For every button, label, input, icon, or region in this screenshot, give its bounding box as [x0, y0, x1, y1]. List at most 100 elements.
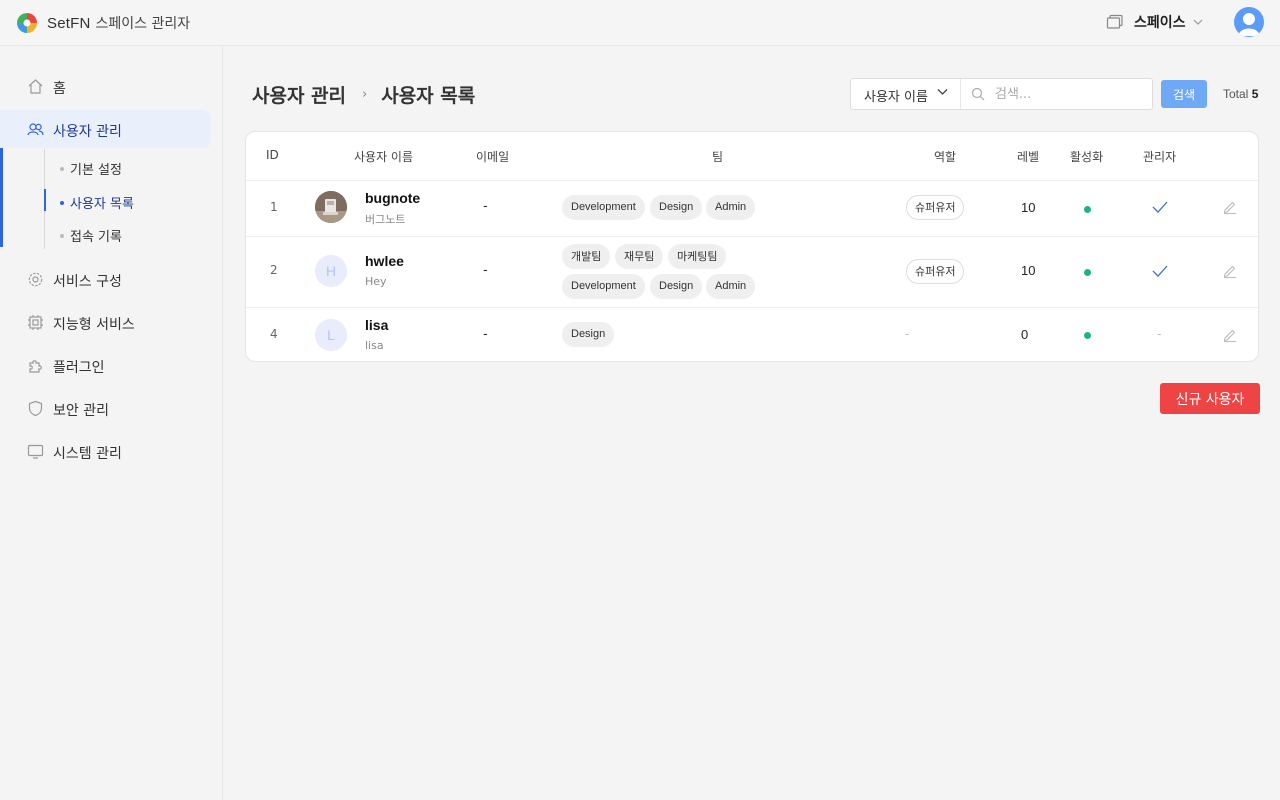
bullet-icon — [60, 200, 64, 205]
team-tag: Admin — [706, 195, 756, 220]
page-title: 사용자 목록 — [381, 85, 476, 107]
column-header-email[interactable]: 이메일 — [476, 148, 509, 165]
total-value: 5 — [1251, 87, 1259, 101]
search-input[interactable] — [995, 83, 1145, 105]
breadcrumb: 사용자 관리 › 사용자 목록 — [252, 81, 475, 108]
edit-icon[interactable] — [1223, 264, 1237, 278]
search-button[interactable]: 검색 — [1161, 80, 1207, 108]
cell-level: 10 — [1021, 263, 1036, 278]
sidebar-item-security[interactable]: 보안 관리 — [0, 389, 211, 427]
column-header-role[interactable]: 역할 — [934, 148, 956, 165]
cell-email: - — [483, 327, 488, 342]
search-field-select[interactable]: 사용자 이름 — [851, 79, 961, 109]
submenu-item-basic-settings[interactable]: 기본 설정 — [60, 159, 122, 178]
new-user-button[interactable]: 신규 사용자 — [1160, 383, 1260, 414]
role-badge: 슈퍼유저 — [906, 259, 965, 284]
team-tag: Design — [562, 322, 615, 347]
row-divider — [246, 307, 1258, 308]
space-label: 스페이스 — [1134, 15, 1186, 31]
cell-id: 2 — [270, 263, 278, 277]
submenu-item-label: 사용자 목록 — [70, 197, 134, 212]
team-tag: Development — [562, 195, 645, 220]
check-icon — [1152, 265, 1168, 277]
cell-id: 1 — [270, 200, 278, 214]
shield-icon — [28, 400, 43, 417]
home-icon — [28, 79, 43, 94]
cell-level: 10 — [1021, 200, 1036, 215]
app-subtitle: 스페이스 관리자 — [95, 16, 191, 32]
user-table: ID 사용자 이름 이메일 팀 역할 레벨 활성화 관리자 1 bugnote … — [245, 131, 1259, 362]
bullet-icon — [60, 166, 64, 171]
username: lisa — [365, 317, 389, 333]
sidebar-item-label: 홈 — [53, 81, 66, 97]
role-badge: 슈퍼유저 — [906, 195, 965, 220]
column-header-username[interactable]: 사용자 이름 — [354, 148, 413, 165]
breadcrumb-separator: › — [362, 87, 368, 102]
user-nickname: 버그노트 — [365, 213, 406, 226]
column-header-team[interactable]: 팀 — [712, 148, 723, 165]
active-status-dot — [1084, 332, 1091, 339]
check-icon — [1152, 201, 1168, 213]
admin-empty: - — [1157, 327, 1162, 341]
total-count: Total 5 — [1223, 87, 1258, 101]
team-tag: Design — [650, 274, 703, 299]
edit-icon[interactable] — [1223, 200, 1237, 214]
role-empty: - — [905, 327, 910, 341]
sidebar-item-label: 사용자 관리 — [53, 124, 122, 140]
avatar: H — [315, 255, 347, 287]
avatar: L — [315, 319, 347, 351]
sidebar-item-label: 플러그인 — [53, 360, 105, 376]
gear-icon — [28, 272, 43, 287]
user-nickname: lisa — [365, 339, 384, 352]
sidebar-item-user-management[interactable]: 사용자 관리 — [0, 110, 211, 148]
row-divider — [246, 236, 1258, 237]
column-header-id[interactable]: ID — [266, 148, 279, 162]
column-header-level[interactable]: 레벨 — [1017, 148, 1039, 165]
window-icon — [1106, 14, 1123, 29]
team-tag: Admin — [706, 274, 756, 299]
search-icon — [971, 87, 985, 101]
submenu-item-access-log[interactable]: 접속 기록 — [60, 226, 122, 245]
column-header-active[interactable]: 활성화 — [1070, 148, 1103, 165]
chip-icon — [28, 315, 43, 330]
chevron-down-icon — [937, 89, 948, 95]
user-avatar[interactable] — [1234, 7, 1264, 37]
submenu-item-label: 접속 기록 — [70, 230, 122, 245]
cell-id: 4 — [270, 327, 278, 341]
sidebar-item-label: 보안 관리 — [53, 403, 109, 419]
bullet-icon — [60, 233, 64, 238]
top-bar: SetFN 스페이스 관리자 스페이스 — [0, 0, 1280, 46]
team-tag: 개발팀 — [562, 244, 611, 269]
cell-level: 0 — [1021, 327, 1029, 342]
sidebar-item-label: 서비스 구성 — [53, 274, 122, 290]
sidebar-item-home[interactable]: 홈 — [0, 67, 211, 105]
row-divider — [246, 180, 1258, 181]
monitor-icon — [27, 444, 44, 459]
breadcrumb-parent[interactable]: 사용자 관리 — [252, 81, 346, 108]
brand-name: SetFN — [47, 15, 91, 32]
column-header-admin[interactable]: 관리자 — [1143, 148, 1176, 165]
sidebar-item-service-config[interactable]: 서비스 구성 — [0, 260, 211, 298]
submenu-item-user-list[interactable]: 사용자 목록 — [60, 193, 134, 212]
avatar — [315, 191, 347, 223]
user-nickname: Hey — [365, 275, 387, 288]
submenu-item-label: 기본 설정 — [70, 163, 122, 178]
submenu-active-indicator — [44, 189, 46, 211]
puzzle-icon — [29, 360, 42, 373]
sidebar-item-system[interactable]: 시스템 관리 — [0, 432, 211, 470]
team-tag: 재무팀 — [615, 244, 664, 269]
sidebar-item-label: 지능형 서비스 — [53, 317, 135, 333]
total-label: Total — [1223, 87, 1249, 101]
cell-email: - — [483, 199, 488, 214]
sidebar-item-plugin[interactable]: 플러그인 — [0, 346, 211, 384]
chevron-down-icon — [1193, 19, 1202, 25]
user-icon — [1238, 13, 1260, 36]
profile-photo — [315, 191, 347, 223]
edit-icon[interactable] — [1223, 328, 1237, 342]
team-tag: 마케팅팀 — [668, 244, 727, 269]
cell-email: - — [483, 263, 488, 278]
username: bugnote — [365, 190, 421, 206]
sidebar-item-intelligent-service[interactable]: 지능형 서비스 — [0, 303, 211, 341]
space-selector[interactable]: 스페이스 — [1106, 12, 1203, 32]
app-title: SetFN 스페이스 관리자 — [47, 13, 190, 33]
